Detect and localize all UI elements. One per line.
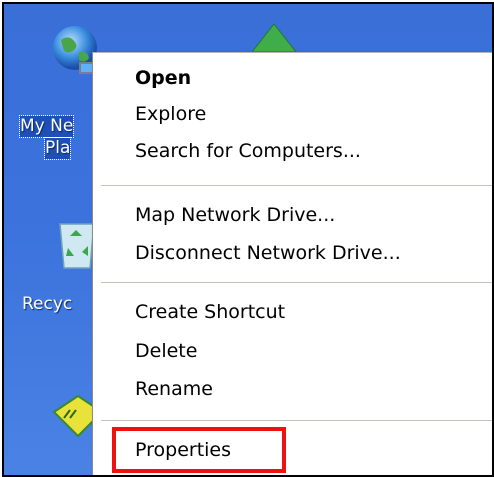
menu-item-rename-label: Rename <box>135 378 213 400</box>
desktop-label-my-network-places-line1: My Ne <box>18 115 75 138</box>
menu-item-search-for-computers-label: Search for Computers... <box>135 140 361 162</box>
menu-separator <box>101 282 492 283</box>
menu-item-map-network-drive-label: Map Network Drive... <box>135 204 336 226</box>
menu-separator <box>101 185 492 186</box>
menu-item-map-network-drive[interactable]: Map Network Drive... <box>93 196 492 234</box>
menu-item-delete[interactable]: Delete <box>93 332 492 370</box>
context-menu: Open Explore Search for Computers... Map… <box>92 52 492 475</box>
desktop-label-recycle-bin: Recyc <box>22 294 73 314</box>
menu-item-disconnect-network-drive[interactable]: Disconnect Network Drive... <box>93 234 492 272</box>
menu-item-explore-label: Explore <box>135 103 207 125</box>
menu-item-rename[interactable]: Rename <box>93 370 492 408</box>
green-folder-icon[interactable] <box>246 22 302 52</box>
menu-item-properties-label: Properties <box>135 439 232 461</box>
menu-item-properties[interactable]: Properties <box>93 431 492 469</box>
menu-item-explore[interactable]: Explore <box>93 95 492 133</box>
menu-item-create-shortcut[interactable]: Create Shortcut <box>93 293 492 331</box>
screenshot-frame: My Ne Pla Recyc Open Explore Search for … <box>2 2 494 477</box>
menu-item-disconnect-network-drive-label: Disconnect Network Drive... <box>135 242 401 264</box>
desktop-label-my-network-places-line2: Pla <box>43 137 72 160</box>
menu-item-delete-label: Delete <box>135 340 198 362</box>
menu-item-open-label: Open <box>135 67 192 89</box>
menu-item-search-for-computers[interactable]: Search for Computers... <box>93 132 492 170</box>
menu-item-create-shortcut-label: Create Shortcut <box>135 301 286 323</box>
menu-item-open[interactable]: Open <box>93 59 492 97</box>
menu-separator <box>101 420 492 421</box>
